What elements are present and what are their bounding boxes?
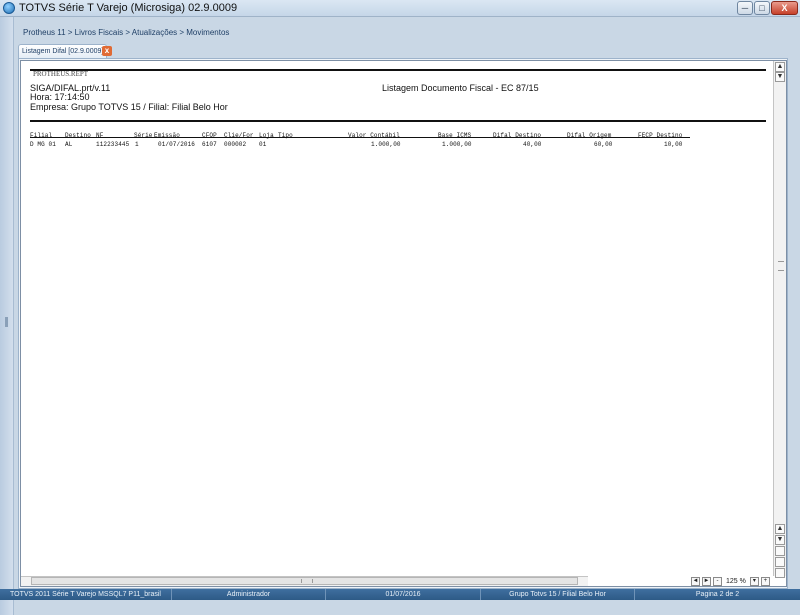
status-company: Grupo Totvs 15 / Filial Belo Hor bbox=[481, 589, 635, 600]
page-nav-icon[interactable] bbox=[775, 557, 785, 567]
cell-fecp-destino: 10,00 bbox=[664, 141, 683, 148]
columns-underline bbox=[30, 137, 690, 138]
breadcrumb-bar: Protheus 11 > Livros Fiscais > Atualizaç… bbox=[14, 25, 800, 42]
status-user: Administrador bbox=[172, 589, 326, 600]
report-time: Hora: 17:14:50 bbox=[30, 92, 90, 102]
horizontal-grip-icon bbox=[301, 579, 313, 583]
scroll-up-top-button[interactable]: ▲ bbox=[775, 62, 785, 72]
cell-difal-origem: 60,00 bbox=[594, 141, 613, 148]
zoom-level: 125 % bbox=[726, 578, 746, 585]
cell-serie: 1 bbox=[135, 141, 139, 148]
cell-nf: 112233445 bbox=[96, 141, 130, 148]
cell-destino: AL bbox=[65, 141, 73, 148]
scroll-down-button[interactable]: ▼ bbox=[775, 535, 785, 545]
scroll-up-button[interactable]: ▲ bbox=[775, 524, 785, 534]
cell-cfop: 6107 bbox=[202, 141, 217, 148]
cell-filial: D MG 01 bbox=[30, 141, 56, 148]
status-page: Pagina 2 de 2 bbox=[695, 591, 740, 598]
report-company: Empresa: Grupo TOTVS 15 / Filial: Filial… bbox=[30, 102, 228, 112]
vertical-thumb-grip-icon[interactable] bbox=[778, 261, 784, 271]
cell-cli-for: 000002 bbox=[224, 141, 247, 148]
tab-close-icon[interactable]: x bbox=[102, 46, 112, 56]
cell-base-icms: 1.000,00 bbox=[442, 141, 472, 148]
report-header-rule bbox=[30, 120, 766, 122]
tab-listagem-difal[interactable]: Listagem Difal [02.9.0009] bbox=[18, 44, 108, 58]
window-title: TOTVS Série T Varejo (Microsiga) 02.9.00… bbox=[19, 2, 238, 14]
window-titlebar: TOTVS Série T Varejo (Microsiga) 02.9.00… bbox=[0, 0, 800, 17]
report-title: Listagem Documento Fiscal - EC 87/15 bbox=[382, 83, 539, 93]
cell-valor-contabil: 1.000,00 bbox=[371, 141, 401, 148]
close-button[interactable]: X bbox=[771, 1, 798, 15]
vertical-scrollbar[interactable] bbox=[773, 61, 786, 576]
zoom-dropdown-button[interactable]: ▾ bbox=[749, 577, 759, 586]
zoom-controls: ◄ ► - 125 % ▾ + bbox=[691, 576, 770, 587]
collapse-grip-icon bbox=[5, 317, 8, 327]
status-date: 01/07/2016 bbox=[326, 589, 481, 600]
next-page-button[interactable]: ► bbox=[702, 577, 711, 586]
cell-loja: 01 bbox=[259, 141, 267, 148]
zoom-out-icon[interactable]: - bbox=[713, 577, 722, 586]
report-top-rule bbox=[30, 69, 766, 71]
report-viewer: PROTHEUS.REPT SIGA/DIFAL.prt/v.11 Listag… bbox=[20, 60, 787, 587]
tab-label: Listagem Difal [02.9.0009] bbox=[22, 48, 104, 55]
side-collapse-strip[interactable] bbox=[0, 17, 14, 615]
cell-difal-destino: 40,00 bbox=[523, 141, 542, 148]
minimize-button[interactable]: ─ bbox=[737, 1, 753, 15]
status-system: TOTVS 2011 Série T Varejo MSSQL7 P11_bra… bbox=[0, 589, 172, 600]
cell-emissao: 01/07/2016 bbox=[158, 141, 196, 148]
previous-page-button[interactable]: ◄ bbox=[691, 577, 700, 586]
page-down-icon[interactable] bbox=[775, 568, 785, 578]
zoom-in-icon[interactable]: + bbox=[760, 577, 770, 586]
page-up-icon[interactable] bbox=[775, 546, 785, 556]
scroll-down-top-button[interactable]: ▼ bbox=[775, 72, 785, 82]
maximize-button[interactable]: □ bbox=[754, 1, 770, 15]
report-stamp: PROTHEUS.REPT bbox=[33, 70, 89, 78]
breadcrumb: Protheus 11 > Livros Fiscais > Atualizaç… bbox=[23, 28, 230, 37]
totvs-app-icon bbox=[3, 2, 15, 14]
